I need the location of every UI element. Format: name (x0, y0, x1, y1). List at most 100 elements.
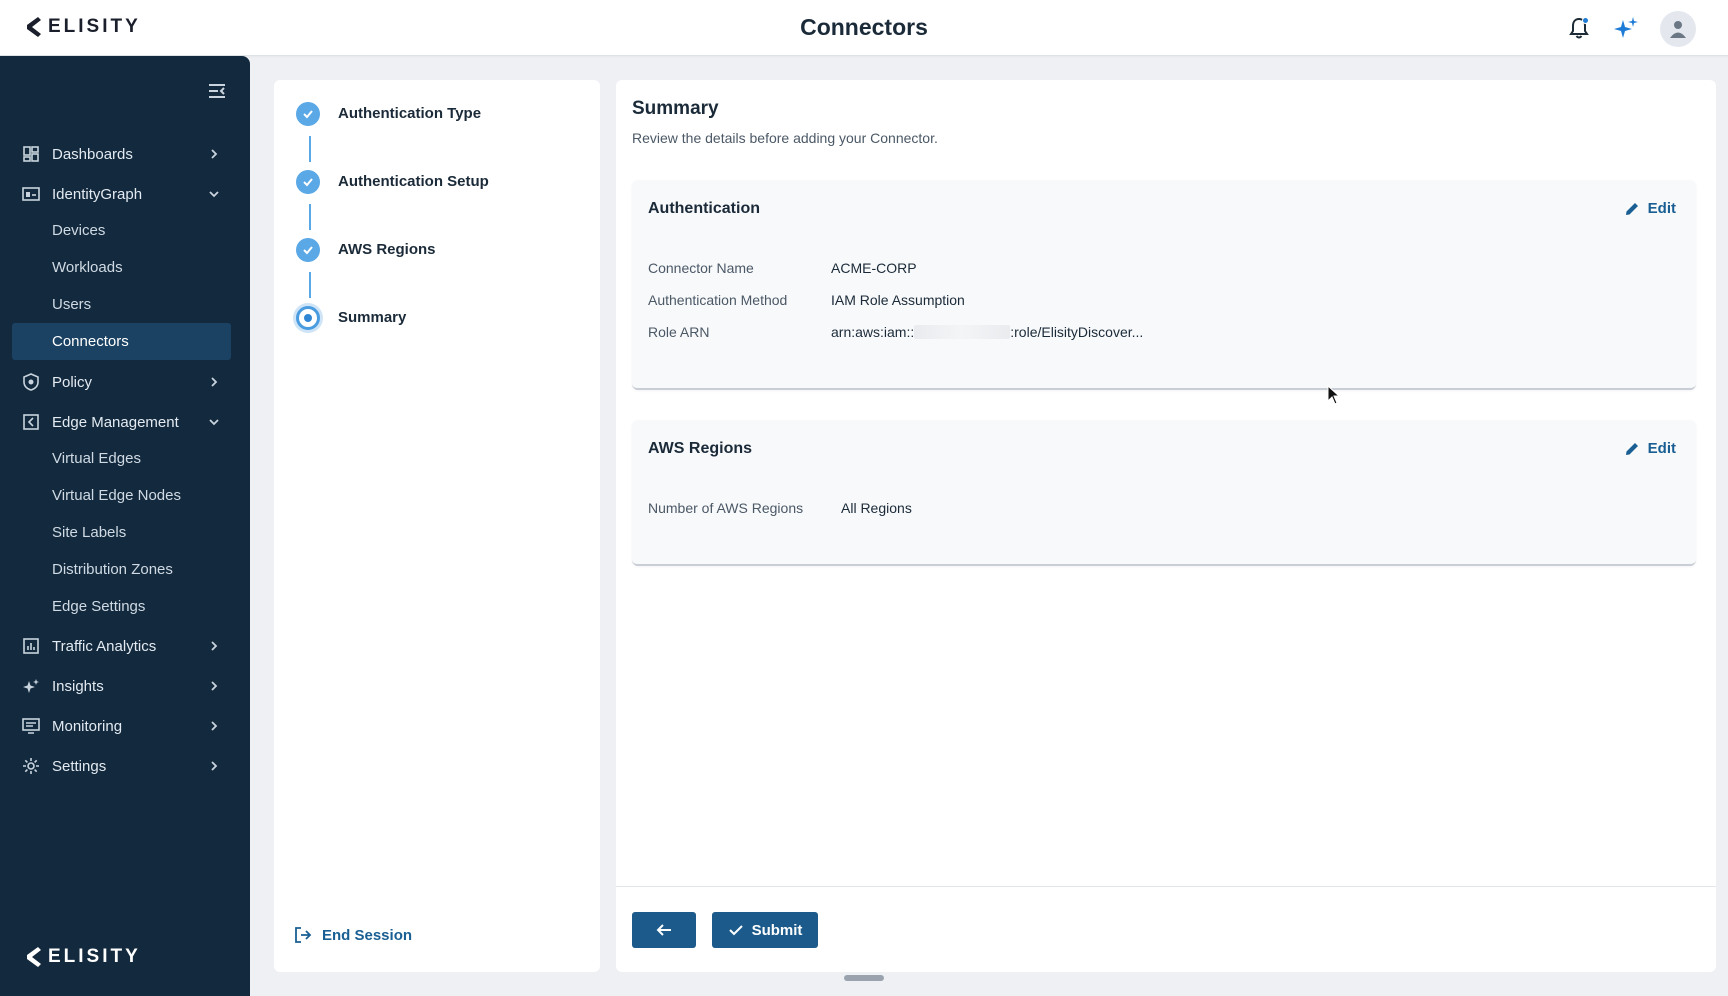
mouse-cursor-icon (1327, 385, 1341, 405)
sidebar-item-identitygraph[interactable]: IdentityGraph (12, 176, 231, 212)
arrow-left-icon (656, 924, 671, 936)
redacted-account-id (914, 325, 1011, 339)
submit-button[interactable]: Submit (712, 912, 818, 948)
brand-name: ELISITY (48, 16, 141, 37)
edge-icon (22, 413, 40, 431)
edit-label: Edit (1647, 200, 1676, 217)
end-session-link[interactable]: End Session (294, 926, 412, 944)
step-label: Authentication Type (338, 105, 482, 122)
footer-divider (616, 886, 1716, 887)
field-value: ACME-CORP (831, 260, 917, 276)
sidebar-item-settings[interactable]: Settings (12, 748, 231, 784)
sidebar-item-dashboards[interactable]: Dashboards (12, 136, 231, 172)
resize-handle[interactable] (844, 975, 884, 981)
sidebar-item-virtual-edge-nodes[interactable]: Virtual Edge Nodes (12, 477, 231, 513)
gear-icon (22, 757, 40, 775)
card-title: AWS Regions (648, 440, 753, 457)
sidebar-item-users[interactable]: Users (12, 286, 231, 322)
brand-logo[interactable]: ELISITY (24, 16, 141, 38)
sidebar-item-policy[interactable]: Policy (12, 364, 231, 400)
edit-aws-regions-button[interactable]: Edit (1624, 440, 1676, 457)
sidebar-item-label: Devices (52, 221, 106, 239)
check-icon (303, 110, 313, 119)
collapse-sidebar-button[interactable] (206, 80, 228, 102)
monitor-icon (22, 717, 40, 735)
sidebar-item-distribution-zones[interactable]: Distribution Zones (12, 551, 231, 587)
edit-label: Edit (1647, 440, 1676, 457)
sidebar-item-label: Insights (52, 677, 104, 695)
current-dot (304, 314, 312, 322)
sidebar-item-label: Settings (52, 757, 107, 775)
sidebar-item-edge-management[interactable]: Edge Management (12, 404, 231, 440)
elisity-logo-icon (27, 17, 41, 37)
step-label: AWS Regions (338, 241, 436, 258)
sidebar-item-devices[interactable]: Devices (12, 212, 231, 248)
edit-authentication-button[interactable]: Edit (1624, 200, 1676, 217)
sidebar-item-insights[interactable]: Insights (12, 668, 231, 704)
ai-assistant-button[interactable] (1610, 12, 1642, 44)
notification-dot (1582, 17, 1589, 24)
sidebar-item-label: Virtual Edge Nodes (52, 486, 181, 504)
user-avatar-icon (1670, 21, 1686, 38)
check-icon (303, 178, 313, 187)
sparkle-icon (1614, 17, 1638, 38)
sidebar-item-traffic-analytics[interactable]: Traffic Analytics (12, 628, 231, 664)
chevron-right-icon (211, 681, 218, 691)
shield-icon (22, 373, 40, 391)
sidebar-item-site-labels[interactable]: Site Labels (12, 514, 231, 550)
notifications-button[interactable] (1563, 12, 1595, 44)
step-current-marker (296, 306, 320, 330)
brand-name: ELISITY (48, 946, 141, 967)
sidebar-item-workloads[interactable]: Workloads (12, 249, 231, 285)
wizard-stepper: Authentication Type Authentication Setup… (274, 80, 600, 972)
summary-title: Summary (632, 98, 719, 119)
authentication-card: Authentication Edit Connector Name ACME-… (632, 180, 1696, 390)
arn-prefix: arn:aws:iam:: (831, 324, 915, 340)
chevron-right-icon (211, 761, 218, 771)
sidebar-item-label: Monitoring (52, 717, 123, 735)
sidebar-footer-logo: ELISITY (24, 946, 141, 968)
top-header: ELISITY Connectors (0, 0, 1728, 56)
sidebar-item-virtual-edges[interactable]: Virtual Edges (12, 440, 231, 476)
sidebar-item-label: Workloads (52, 258, 123, 276)
page-title: Connectors (800, 14, 928, 40)
arn-suffix: :role/ElisityDiscover... (1010, 324, 1144, 340)
chevron-down-icon (209, 191, 219, 198)
step-connector (309, 272, 311, 298)
field-key: Connector Name (648, 260, 754, 276)
logout-icon (295, 927, 312, 943)
submit-label: Submit (751, 921, 803, 939)
step-complete-marker (296, 102, 320, 126)
sparkle-icon (22, 677, 40, 695)
step-label: Summary (338, 309, 407, 326)
check-icon (303, 246, 313, 255)
end-session-label: End Session (322, 926, 413, 944)
field-key: Role ARN (648, 324, 710, 340)
field-value: IAM Role Assumption (831, 292, 965, 308)
sidebar-item-label: Users (52, 295, 92, 313)
analytics-icon (22, 637, 40, 655)
pencil-icon (1625, 202, 1638, 215)
chevron-right-icon (211, 149, 218, 159)
sidebar-item-label: Dashboards (52, 145, 133, 163)
sidebar-item-edge-settings[interactable]: Edge Settings (12, 588, 231, 624)
step-connector (309, 204, 311, 230)
sidebar-item-connectors[interactable]: Connectors (12, 323, 231, 360)
step-connector (309, 136, 311, 162)
check-icon (728, 925, 743, 936)
back-button[interactable] (632, 912, 696, 948)
sidebar-item-monitoring[interactable]: Monitoring (12, 708, 231, 744)
dashboard-icon (22, 145, 40, 163)
sidebar-item-label: Edge Management (52, 413, 179, 431)
sidebar-item-label: Site Labels (52, 523, 127, 541)
chevron-right-icon (211, 641, 218, 651)
sidebar-item-label: Traffic Analytics (52, 637, 157, 655)
field-key: Number of AWS Regions (648, 500, 804, 516)
sidebar: Dashboards IdentityGraph Devices Workloa… (0, 56, 250, 996)
card-title: Authentication (648, 200, 760, 217)
step-label: Authentication Setup (338, 173, 489, 190)
field-key: Authentication Method (648, 292, 788, 308)
field-value: arn:aws:iam:::role/ElisityDiscover... (831, 324, 1143, 340)
sidebar-item-label: Connectors (52, 333, 129, 350)
user-avatar-button[interactable] (1660, 11, 1696, 47)
